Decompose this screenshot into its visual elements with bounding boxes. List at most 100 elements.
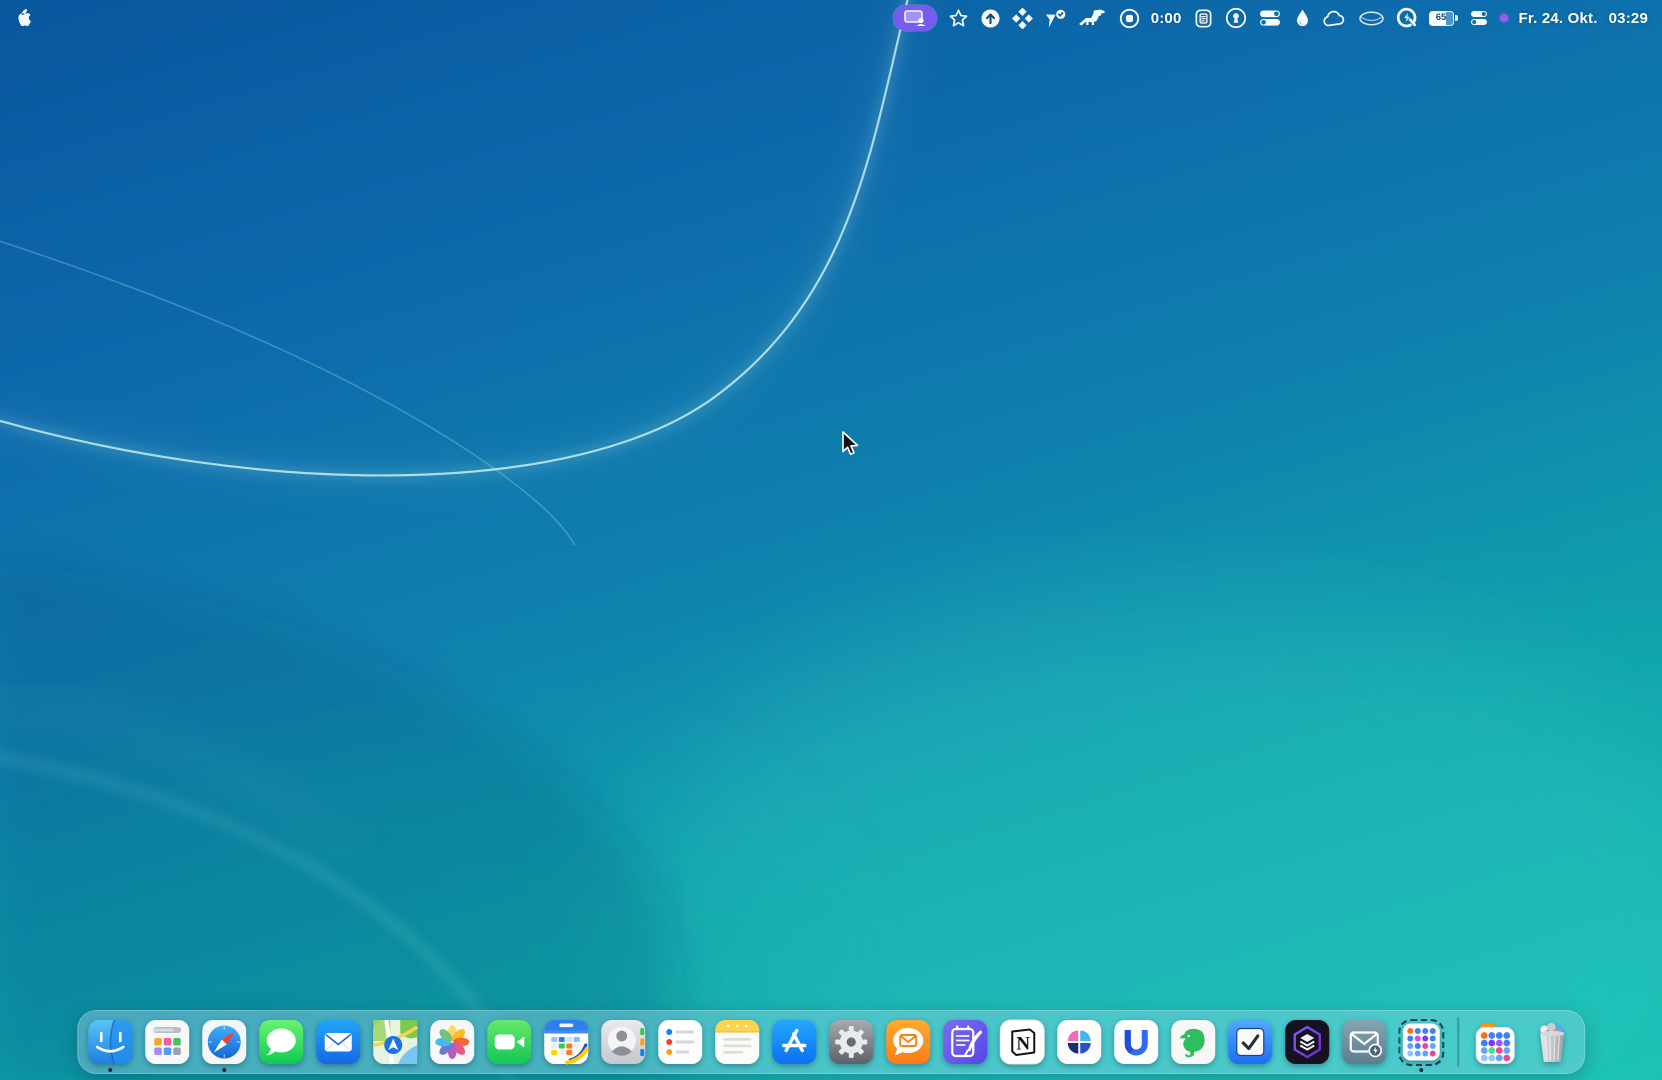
- purple-dot-icon: [1500, 14, 1508, 22]
- dock-icon-teal-mail[interactable]: [1341, 1010, 1387, 1074]
- dock-icon-maps[interactable]: [372, 1010, 418, 1074]
- screen-recording-indicator[interactable]: [1500, 6, 1508, 30]
- trash-full-icon: [1529, 1019, 1575, 1065]
- dock-icon-system-settings[interactable]: [828, 1010, 874, 1074]
- calendar-planner-icon: [543, 1019, 589, 1065]
- safari-icon: [201, 1019, 247, 1065]
- app-store-icon: [771, 1019, 817, 1065]
- record-stop-menu-item[interactable]: [1119, 6, 1140, 30]
- menu-bar: 0:00: [0, 0, 1662, 36]
- menu-bar-time[interactable]: 03:29: [1609, 10, 1648, 27]
- contacts-icon: [600, 1019, 646, 1065]
- star-menu-item[interactable]: [948, 6, 969, 30]
- screen-sharing-active-item[interactable]: [893, 5, 937, 31]
- dock-icon-launchpad[interactable]: [144, 1010, 190, 1074]
- arrow-cursor-icon: [836, 429, 862, 457]
- dock-icon-downloading-app[interactable]: [1398, 1010, 1444, 1074]
- photos-icon: [429, 1019, 475, 1065]
- record-stop-icon: [1119, 8, 1140, 29]
- notes-icon: [714, 1019, 760, 1065]
- apps-folder-icon: [1472, 1019, 1518, 1065]
- screen-sharing-icon: [903, 9, 927, 27]
- apple-menu[interactable]: [14, 6, 31, 30]
- reminders-icon: [657, 1019, 703, 1065]
- password-menu-item[interactable]: [1225, 6, 1247, 30]
- toggle-switches-icon: [1258, 8, 1283, 28]
- dock-icon-finder[interactable]: [87, 1010, 133, 1074]
- quadrant-pinwheel-icon: [1056, 1019, 1102, 1065]
- cloud-menu-item[interactable]: [1322, 6, 1347, 30]
- dish-ellipse-icon: [1358, 9, 1385, 28]
- clipboard-menu-item[interactable]: [1193, 6, 1214, 30]
- envelope-badge-icon: [1341, 1019, 1387, 1065]
- water-drop-icon: [1294, 8, 1311, 29]
- dinosaur-icon: [1078, 8, 1108, 28]
- recording-timer[interactable]: 0:00: [1151, 10, 1182, 27]
- q-lightning-menu-item[interactable]: [1396, 6, 1418, 30]
- keyhole-icon: [1225, 7, 1247, 29]
- finder-icon: [87, 1019, 133, 1065]
- clipboard-manager-icon: [1193, 8, 1214, 29]
- star-icon: [948, 8, 969, 29]
- apple-logo-icon: [14, 8, 31, 28]
- dock-icon-calendars[interactable]: [543, 1010, 589, 1074]
- dock-icon-app-store[interactable]: [771, 1010, 817, 1074]
- dock-icon-contacts[interactable]: [600, 1010, 646, 1074]
- upload-circle-icon: [980, 8, 1001, 29]
- blue-u-icon: [1113, 1019, 1159, 1065]
- wallpaper: [0, 0, 1662, 1080]
- mail-icon: [315, 1019, 361, 1065]
- dock: N: [77, 1010, 1585, 1074]
- switches-small-menu-item[interactable]: [1469, 6, 1489, 30]
- dinosaur-menu-item[interactable]: [1078, 6, 1108, 30]
- switches-menu-item[interactable]: [1258, 6, 1283, 30]
- cloud-icon: [1322, 9, 1347, 28]
- dock-icon-craft[interactable]: [1056, 1010, 1102, 1074]
- q-lightning-icon: [1396, 7, 1418, 29]
- dock-icon-noteplan[interactable]: [942, 1010, 988, 1074]
- dock-icon-trash[interactable]: [1529, 1010, 1575, 1074]
- maps-icon: [372, 1019, 418, 1065]
- orange-chat-mail-icon: [885, 1019, 931, 1065]
- dock-icon-ulysses[interactable]: [1113, 1010, 1159, 1074]
- toggle-switches-small-icon: [1469, 9, 1489, 27]
- menu-bar-date[interactable]: Fr. 24. Okt.: [1519, 10, 1598, 27]
- diamond-grid-icon: [1012, 8, 1033, 29]
- dock-icon-reminders[interactable]: [657, 1010, 703, 1074]
- dock-icon-orange-mail[interactable]: [885, 1010, 931, 1074]
- system-settings-gear-icon: [828, 1019, 874, 1065]
- send-check-menu-item[interactable]: [1044, 6, 1067, 30]
- droplet-menu-item[interactable]: [1294, 6, 1311, 30]
- dock-icon-things[interactable]: [1227, 1010, 1273, 1074]
- hexagon-stack-icon: [1284, 1019, 1330, 1065]
- upload-menu-item[interactable]: [980, 6, 1001, 30]
- dock-icon-notes[interactable]: [714, 1010, 760, 1074]
- dock-icon-capacities[interactable]: [1284, 1010, 1330, 1074]
- checkbox-icon: [1227, 1019, 1273, 1065]
- macos-desktop: { "menu_bar": { "apple_menu": {"icon": "…: [0, 0, 1662, 1080]
- dashed-downloading-grid-icon: [1402, 1023, 1440, 1061]
- dock-icon-messages[interactable]: [258, 1010, 304, 1074]
- diamond-grid-menu-item[interactable]: [1012, 6, 1033, 30]
- battery-nub: [1455, 15, 1457, 21]
- dish-menu-item[interactable]: [1358, 6, 1385, 30]
- mouse-cursor: [836, 429, 862, 462]
- dock-icon-photos[interactable]: [429, 1010, 475, 1074]
- messages-icon: [258, 1019, 304, 1065]
- battery-indicator[interactable]: 65: [1429, 11, 1458, 25]
- dock-separator: [1457, 1017, 1459, 1067]
- dock-icon-mail[interactable]: [315, 1010, 361, 1074]
- dock-icon-facetime[interactable]: [486, 1010, 532, 1074]
- launchpad-icon: [144, 1019, 190, 1065]
- svg-text:N: N: [1016, 1034, 1030, 1055]
- battery-percent: 65: [1429, 11, 1454, 24]
- send-check-icon: [1044, 8, 1067, 29]
- calendar-quill-icon: [942, 1019, 988, 1065]
- dock-icon-applications-folder[interactable]: [1472, 1010, 1518, 1074]
- facetime-icon: [486, 1019, 532, 1065]
- notion-n-icon: N: [999, 1019, 1045, 1065]
- elephant-icon: [1170, 1019, 1216, 1065]
- dock-icon-evernote[interactable]: [1170, 1010, 1216, 1074]
- dock-icon-safari[interactable]: [201, 1010, 247, 1074]
- dock-icon-notion[interactable]: N: [999, 1010, 1045, 1074]
